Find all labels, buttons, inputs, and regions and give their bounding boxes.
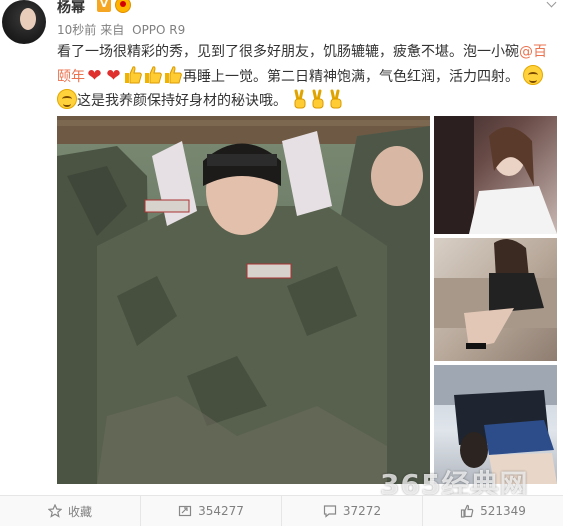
- mention-link[interactable]: @百: [519, 44, 547, 60]
- avatar[interactable]: [2, 0, 46, 44]
- chevron-down-icon[interactable]: [547, 0, 557, 10]
- username[interactable]: 杨幂: [57, 0, 85, 17]
- member-badge-icon[interactable]: [115, 0, 131, 13]
- post-meta: 10秒前 来自 OPPO R9: [57, 21, 189, 38]
- thumbs-up-icon: [460, 504, 474, 518]
- laughing-emoji-icon: [57, 89, 77, 109]
- victory-hand-icon: [294, 89, 306, 109]
- action-bar: 收藏 354277 37272 521349: [0, 495, 563, 526]
- like-button[interactable]: 521349: [423, 496, 563, 526]
- post-text: 看了一场很精彩的秀，见到了很多好朋友，饥肠辘辘，疲惫不堪。泡一小碗@百 颐年 ❤ ❤…: [57, 40, 557, 113]
- mention-link-cont[interactable]: 颐年: [57, 69, 85, 85]
- comment-icon: [323, 505, 337, 518]
- text-segment: 再睡上一觉。第二日精神饱满，气色红润，活力四射。: [183, 69, 519, 85]
- repost-icon: [178, 505, 192, 517]
- thumbnail-illustration: [434, 116, 557, 234]
- repost-button[interactable]: 354277: [141, 496, 282, 526]
- thumbs-up-icon: [145, 66, 162, 84]
- favorite-button[interactable]: 收藏: [0, 496, 141, 526]
- text-segment: 这是我养颜保持好身材的秘诀哦。: [77, 93, 287, 109]
- thumbs-up-icon: [125, 66, 142, 84]
- thumbnail-photo-2[interactable]: [434, 238, 557, 361]
- thumbs-up-icon: [165, 66, 182, 84]
- like-count: 521349: [480, 504, 526, 518]
- post-source[interactable]: OPPO R9: [132, 23, 185, 37]
- post-text-line1: 看了一场很精彩的秀，见到了很多好朋友，饥肠辘辘，疲惫不堪。泡一小碗@百: [57, 40, 557, 64]
- laughing-emoji-icon: [523, 65, 544, 85]
- heart-icon: ❤: [106, 66, 121, 86]
- text-segment: 看了一场很精彩的秀，见到了很多好朋友，饥肠辘辘，疲惫不堪。泡一小碗: [57, 44, 519, 60]
- victory-hand-icon: [312, 89, 324, 109]
- thumbnail-photo-1[interactable]: [434, 116, 557, 234]
- repost-count: 354277: [198, 504, 244, 518]
- favorite-label: 收藏: [67, 504, 92, 519]
- main-photo-illustration: [57, 116, 430, 484]
- comment-button[interactable]: 37272: [282, 496, 423, 526]
- source-prefix: 来自: [100, 23, 125, 37]
- comment-count: 37272: [342, 504, 382, 518]
- verified-v-icon: V: [97, 0, 111, 12]
- heart-icon: ❤: [87, 66, 102, 86]
- thumbnail-illustration: [434, 239, 557, 349]
- victory-hand-icon: [330, 89, 342, 109]
- main-photo[interactable]: [57, 116, 430, 484]
- post-text-line3: 这是我养颜保持好身材的秘诀哦。: [57, 89, 557, 113]
- post-text-line2: 颐年 ❤ ❤ 再睡上一觉。第二日精神饱满，气色红润，活力四射。: [57, 64, 557, 89]
- avatar-face: [20, 8, 36, 30]
- star-icon: [47, 504, 62, 518]
- post-time[interactable]: 10秒前: [57, 23, 96, 37]
